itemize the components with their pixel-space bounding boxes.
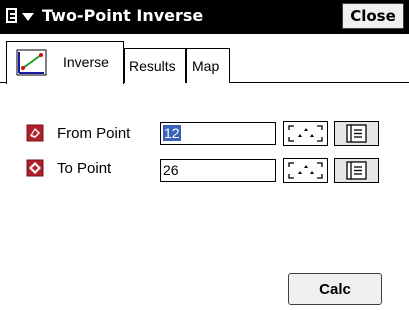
- from-point-list-button[interactable]: [334, 121, 379, 146]
- close-button[interactable]: Close: [342, 3, 404, 29]
- document-icon: [6, 8, 17, 23]
- list-icon: [346, 161, 367, 180]
- tab-results-label: Results: [129, 58, 176, 74]
- tab-inverse[interactable]: Inverse: [6, 41, 124, 84]
- to-point-label: To Point: [57, 160, 112, 177]
- from-point-icon: [26, 124, 44, 142]
- window-title: Two-Point Inverse: [42, 6, 204, 25]
- from-point-field[interactable]: 12: [160, 122, 276, 145]
- tab-map[interactable]: Map: [186, 48, 230, 83]
- inverse-line-icon: [16, 49, 47, 76]
- map-points-icon: [288, 125, 323, 142]
- to-point-field[interactable]: 26: [160, 159, 276, 182]
- from-point-value: 12: [163, 125, 181, 141]
- to-point-value: 26: [163, 162, 179, 178]
- tab-map-label: Map: [192, 58, 220, 74]
- to-point-list-button[interactable]: [334, 158, 379, 183]
- from-point-select-from-map-button[interactable]: [283, 121, 328, 146]
- title-bar: Two-Point Inverse Close: [0, 0, 409, 34]
- tab-inverse-label: Inverse: [63, 54, 109, 70]
- tab-results[interactable]: Results: [124, 48, 186, 83]
- map-points-icon: [288, 162, 323, 179]
- list-icon: [346, 124, 367, 143]
- from-point-label: From Point: [57, 125, 131, 142]
- calc-button[interactable]: Calc: [288, 273, 382, 305]
- to-point-icon: [26, 159, 44, 177]
- to-point-select-from-map-button[interactable]: [283, 158, 328, 183]
- chevron-down-icon: [22, 13, 34, 21]
- window-menu-button[interactable]: [4, 5, 38, 29]
